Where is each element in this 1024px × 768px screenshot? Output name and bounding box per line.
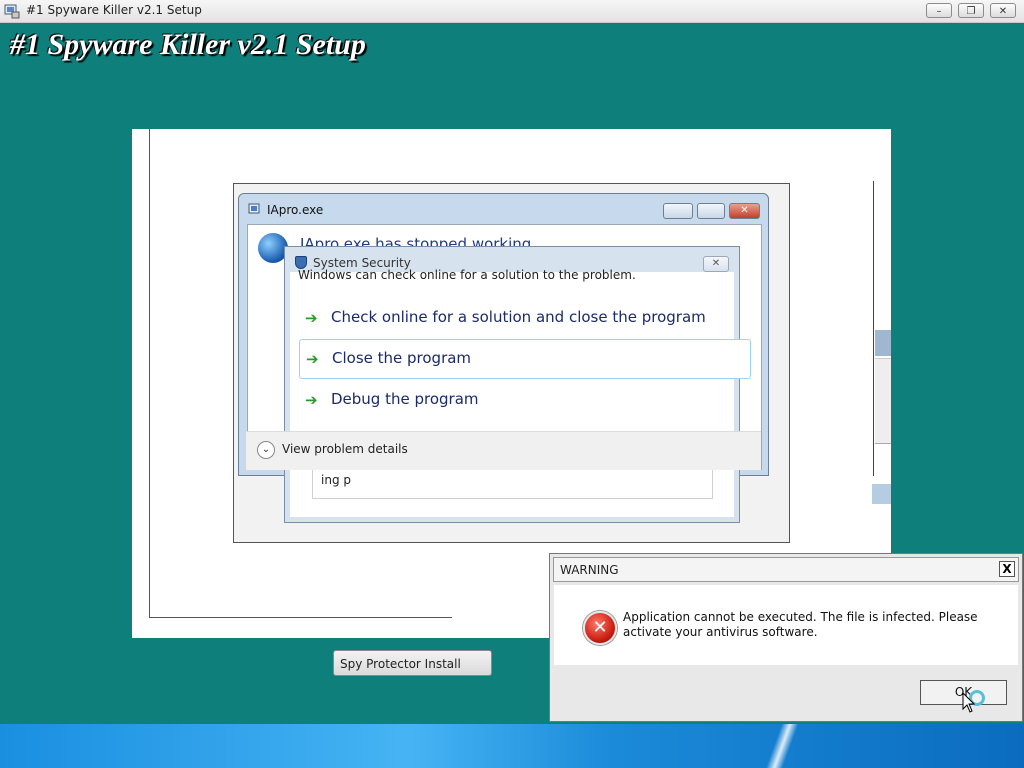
taskbar-background bbox=[0, 724, 1024, 768]
minimize-button[interactable]: – bbox=[926, 3, 952, 18]
warning-dialog: WARNING X ✕ Application cannot be execut… bbox=[549, 553, 1023, 722]
warning-title: WARNING bbox=[560, 563, 619, 577]
option-label: Close the program bbox=[332, 349, 472, 367]
chevron-down-icon[interactable]: ⌄ bbox=[257, 441, 275, 459]
iapro-maximize-button[interactable] bbox=[697, 203, 725, 219]
option-label: Check online for a solution and close th… bbox=[331, 308, 706, 326]
panel-gray-strip bbox=[875, 358, 891, 444]
error-icon: ✕ bbox=[583, 611, 617, 645]
mouse-cursor-icon bbox=[962, 692, 976, 713]
option-debug-program[interactable]: ➔ Debug the program bbox=[299, 381, 749, 419]
iapro-dialog-title: IApro.exe bbox=[267, 203, 324, 217]
warning-close-button[interactable]: X bbox=[999, 561, 1015, 577]
security-input-box: ing p bbox=[312, 469, 713, 499]
panel-border-bottom bbox=[149, 617, 452, 618]
maximize-button[interactable]: ❐ bbox=[958, 3, 984, 18]
iapro-minimize-button[interactable] bbox=[663, 203, 693, 219]
panel-border-left bbox=[149, 129, 150, 618]
view-problem-details-link[interactable]: View problem details bbox=[282, 442, 408, 456]
taskbar-light-streak bbox=[765, 724, 805, 768]
setup-titlebar: #1 Spyware Killer v2.1 Setup – ❐ ✕ bbox=[0, 0, 1024, 23]
problem-details-bar: ⌄ View problem details bbox=[246, 431, 761, 470]
iapro-app-icon bbox=[248, 203, 260, 214]
warning-body: ✕ Application cannot be executed. The fi… bbox=[554, 585, 1018, 665]
panel-blue-strip bbox=[875, 330, 891, 356]
setup-app-icon bbox=[4, 4, 20, 19]
green-arrow-icon: ➔ bbox=[306, 350, 319, 368]
option-close-program[interactable]: ➔ Close the program bbox=[299, 339, 751, 379]
setup-window-title: #1 Spyware Killer v2.1 Setup bbox=[26, 3, 202, 17]
option-check-online[interactable]: ➔ Check online for a solution and close … bbox=[299, 299, 749, 337]
iapro-close-button[interactable]: ✕ bbox=[729, 203, 760, 219]
option-label: Debug the program bbox=[331, 390, 479, 408]
security-partial-text: ing p bbox=[321, 473, 351, 487]
panel-border-right bbox=[873, 181, 874, 476]
panel-blue-strip-lower bbox=[872, 484, 891, 504]
spy-protector-install-button[interactable]: Spy Protector Install bbox=[333, 650, 492, 676]
warning-titlebar: WARNING X bbox=[553, 557, 1019, 582]
close-button[interactable]: ✕ bbox=[990, 3, 1016, 18]
warning-message: Application cannot be executed. The file… bbox=[623, 610, 978, 639]
green-arrow-icon: ➔ bbox=[305, 309, 318, 327]
green-arrow-icon: ➔ bbox=[305, 391, 318, 409]
iapro-subtext: Windows can check online for a solution … bbox=[298, 268, 636, 282]
setup-banner-title: #1 Spyware Killer v2.1 Setup bbox=[10, 28, 366, 61]
